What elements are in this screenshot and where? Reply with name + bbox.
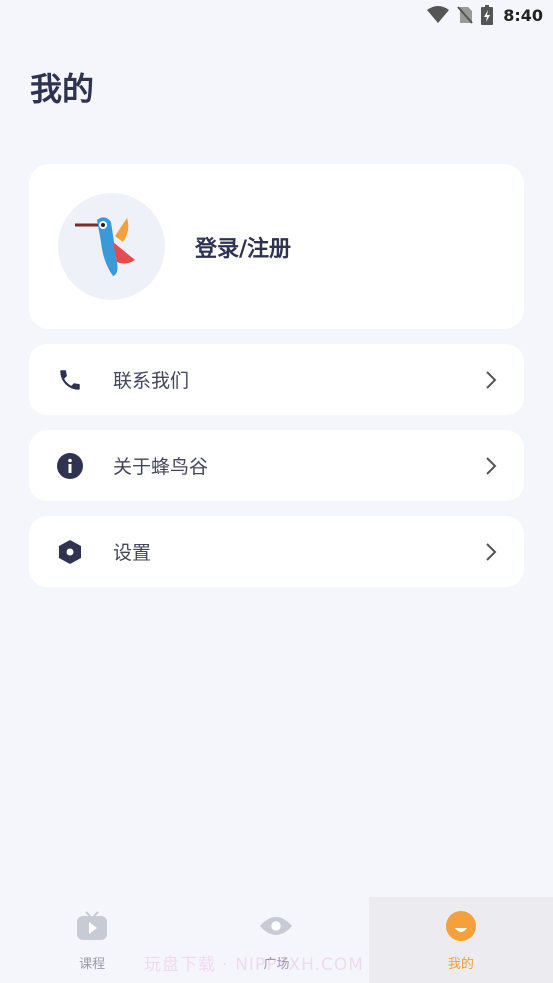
bottom-nav: 课程 广场 我的 bbox=[0, 897, 553, 983]
status-time: 8:40 bbox=[503, 5, 543, 25]
no-sim-icon bbox=[457, 6, 473, 24]
phone-icon bbox=[56, 366, 84, 394]
menu-item-label: 联系我们 bbox=[113, 370, 190, 392]
status-bar: 8:40 bbox=[0, 0, 553, 30]
menu-item-settings[interactable]: 设置 bbox=[29, 516, 524, 587]
nav-label: 广场 bbox=[263, 957, 290, 972]
nav-label: 课程 bbox=[79, 957, 106, 972]
screen: 8:40 我的 登录/注册 联系我们 关于蜂鸟谷 设置 课程 广场 我的 玩盘下… bbox=[0, 0, 553, 983]
tab-mine[interactable]: 我的 bbox=[368, 897, 553, 983]
menu-item-contact-us[interactable]: 联系我们 bbox=[29, 344, 524, 415]
info-icon bbox=[56, 452, 84, 480]
avatar[interactable] bbox=[58, 193, 165, 300]
wifi-icon bbox=[427, 6, 450, 24]
chevron-right-icon bbox=[485, 456, 497, 476]
tv-icon bbox=[75, 909, 109, 943]
login-register-link[interactable]: 登录/注册 bbox=[195, 231, 291, 263]
chevron-right-icon bbox=[485, 542, 497, 562]
menu-item-about[interactable]: 关于蜂鸟谷 bbox=[29, 430, 524, 501]
hummingbird-logo-icon bbox=[74, 216, 135, 276]
chevron-right-icon bbox=[485, 370, 497, 390]
menu-item-label: 设置 bbox=[113, 542, 152, 564]
profile-card[interactable]: 登录/注册 bbox=[29, 164, 524, 329]
menu-item-label: 关于蜂鸟谷 bbox=[113, 456, 209, 478]
tab-courses[interactable]: 课程 bbox=[0, 897, 184, 983]
nav-label: 我的 bbox=[447, 957, 474, 972]
page-title: 我的 bbox=[30, 70, 95, 108]
battery-icon bbox=[481, 5, 494, 25]
eye-icon bbox=[259, 909, 293, 943]
smile-icon bbox=[444, 909, 478, 943]
tab-square[interactable]: 广场 bbox=[184, 897, 368, 983]
settings-icon bbox=[56, 538, 84, 566]
